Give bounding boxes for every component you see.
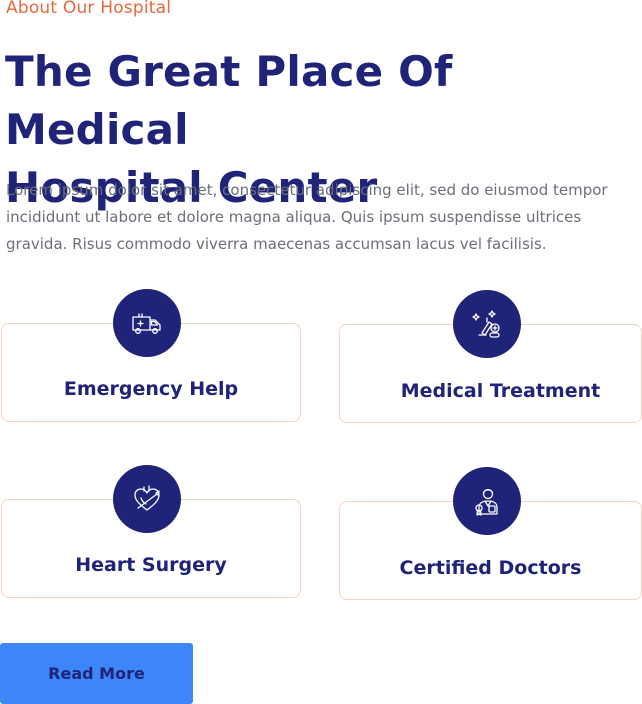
ambulance-icon (113, 289, 181, 357)
feature-card-label: Medical Treatment (400, 380, 601, 402)
medicine-icon (453, 290, 521, 358)
section-eyebrow: About Our Hospital (6, 0, 172, 18)
feature-card-label: Heart Surgery (75, 554, 227, 576)
section-description: Lorem ipsum dolor sit amet, consectetur … (6, 181, 608, 253)
feature-card-label: Certified Doctors (399, 557, 582, 579)
read-more-button[interactable]: Read More (0, 643, 193, 704)
section-title-line-1: The Great Place Of Medical (5, 47, 453, 154)
feature-card-label: Emergency Help (63, 378, 239, 400)
heart-surgery-icon (113, 465, 181, 533)
doctor-icon (453, 467, 521, 535)
about-section: About Our Hospital The Great Place Of Me… (0, 0, 642, 704)
